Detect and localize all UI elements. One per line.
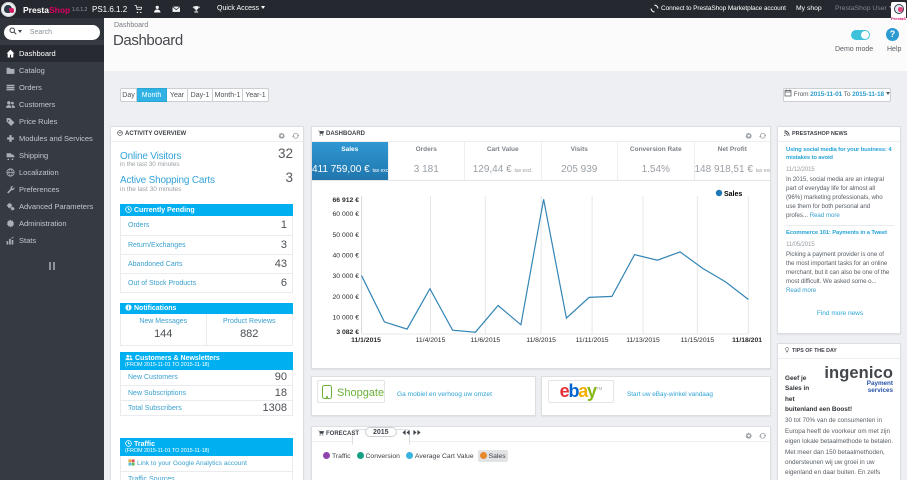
svg-text:3 082 €: 3 082 € bbox=[336, 329, 359, 336]
svg-text:66 912 €: 66 912 € bbox=[333, 197, 360, 204]
svg-text:Sales: Sales bbox=[724, 191, 742, 198]
svg-text:11/1/2015: 11/1/2015 bbox=[351, 337, 381, 344]
svg-text:11/4/2015: 11/4/2015 bbox=[416, 337, 446, 344]
svg-text:11/6/2015: 11/6/2015 bbox=[470, 337, 500, 344]
svg-text:30 000 €: 30 000 € bbox=[333, 273, 360, 280]
svg-text:11/11/2015: 11/11/2015 bbox=[576, 337, 609, 344]
svg-text:10 000 €: 10 000 € bbox=[333, 315, 360, 322]
svg-text:11/8/2015: 11/8/2015 bbox=[526, 337, 556, 344]
svg-text:11/15/2015: 11/15/2015 bbox=[681, 337, 715, 344]
svg-text:11/18/201: 11/18/201 bbox=[732, 337, 762, 344]
svg-text:50 000 €: 50 000 € bbox=[333, 232, 360, 239]
svg-text:40 000 €: 40 000 € bbox=[333, 253, 360, 260]
svg-text:11/13/2015: 11/13/2015 bbox=[626, 337, 660, 344]
svg-text:20 000 €: 20 000 € bbox=[333, 294, 360, 301]
svg-text:60 000 €: 60 000 € bbox=[333, 211, 360, 218]
